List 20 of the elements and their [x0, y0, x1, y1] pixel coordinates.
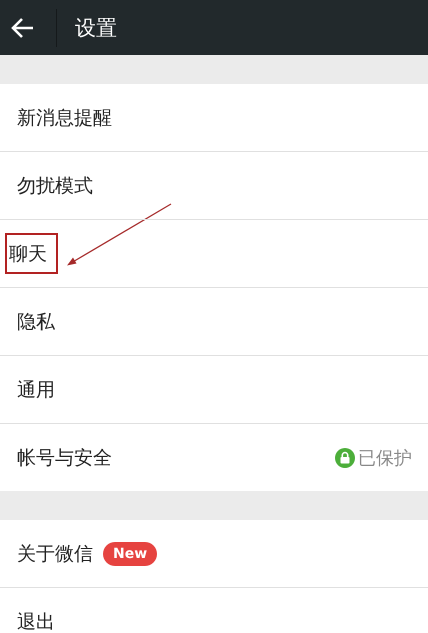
new-badge: New	[103, 542, 158, 566]
row-label: 隐私	[17, 310, 55, 334]
row-label: 聊天	[6, 234, 57, 273]
settings-row[interactable]: 通用	[0, 356, 428, 424]
page-title: 设置	[75, 14, 117, 42]
settings-row[interactable]: 隐私	[0, 288, 428, 356]
settings-row[interactable]: 新消息提醒	[0, 84, 428, 152]
row-label: 帐号与安全	[17, 446, 112, 470]
lock-icon	[335, 448, 355, 468]
settings-row[interactable]: 帐号与安全 已保护	[0, 424, 428, 491]
status-text: 已保护	[358, 446, 412, 470]
row-label: 关于微信	[17, 542, 93, 566]
row-label: 勿扰模式	[17, 174, 93, 198]
settings-row[interactable]: 勿扰模式	[0, 152, 428, 220]
row-label: 通用	[17, 378, 55, 402]
row-label: 退出	[17, 610, 55, 633]
settings-row[interactable]: 关于微信 New	[0, 520, 428, 588]
row-label: 新消息提醒	[17, 106, 112, 130]
settings-row[interactable]: 退出	[0, 588, 428, 633]
settings-row[interactable]: 聊天	[0, 220, 428, 288]
